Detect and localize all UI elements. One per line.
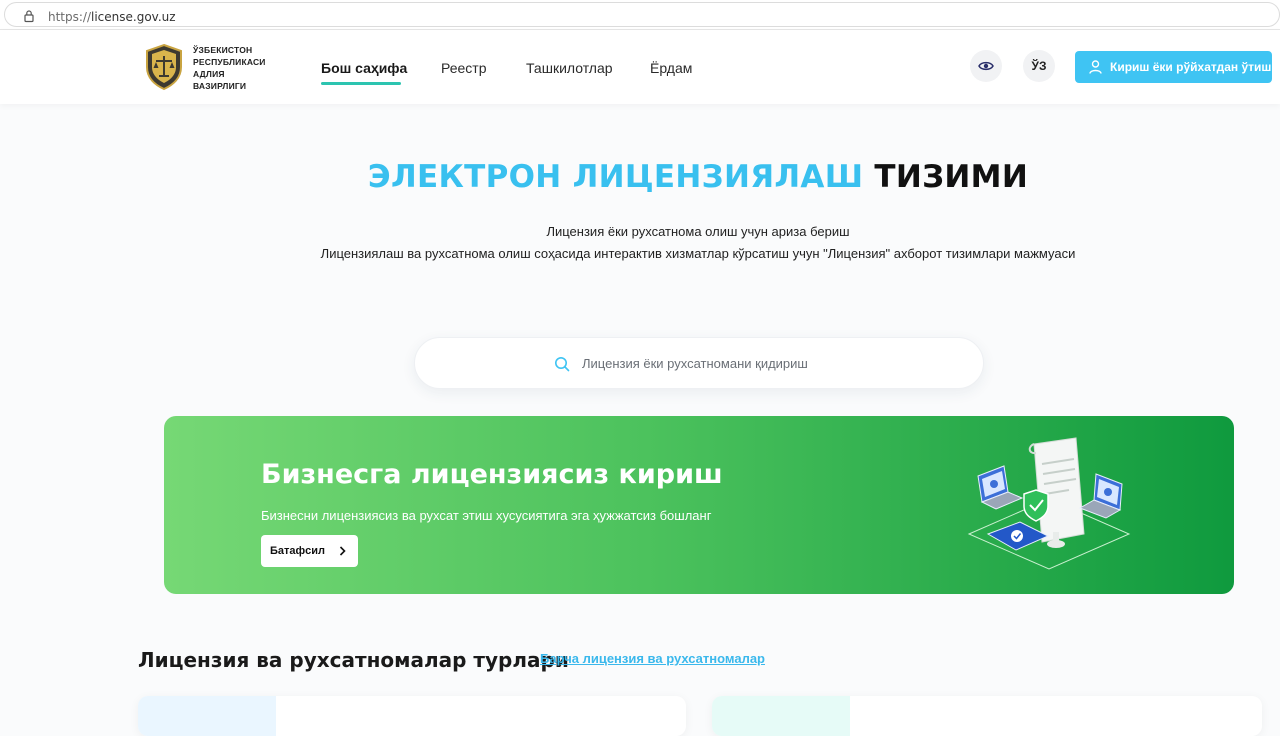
laptop-icon <box>1078 473 1123 519</box>
language-button[interactable]: ЎЗ <box>1023 50 1055 82</box>
details-button[interactable]: Батафсил <box>261 535 358 567</box>
laptop-icon <box>977 465 1024 510</box>
ministry-name: ЎЗБЕКИСТОН РЕСПУБЛИКАСИ АДЛИЯ ВАЗИРЛИГИ <box>193 45 266 91</box>
license-type-card[interactable] <box>138 696 686 736</box>
chevron-right-icon <box>339 546 346 556</box>
browser-url-bar: https://license.gov.uz <box>0 0 1280 30</box>
eye-icon <box>978 61 994 71</box>
hero-subtitle-1: Лицензия ёки рухсатнома олиш учун ариза … <box>546 224 850 239</box>
active-nav-indicator <box>321 82 401 85</box>
url-text: https://license.gov.uz <box>48 10 176 24</box>
nav-home[interactable]: Бош саҳифа <box>321 60 407 76</box>
nav-help[interactable]: Ёрдам <box>650 60 692 76</box>
all-licenses-link[interactable]: Барча лицензия ва рухсатномалар <box>540 651 765 666</box>
ministry-emblem-icon[interactable] <box>143 43 185 91</box>
login-register-button[interactable]: Кириш ёки рўйхатдан ўтиш <box>1075 51 1272 83</box>
promo-banner: Бизнесга лицензиясиз кириш Бизнесни лице… <box>164 416 1234 594</box>
card-image <box>138 696 276 736</box>
license-type-card[interactable] <box>712 696 1262 736</box>
card-image <box>712 696 850 736</box>
lock-icon <box>24 10 34 23</box>
section-title: Лицензия ва рухсатномалар турлари <box>138 648 569 672</box>
hero-title: ЭЛЕКТРОН ЛИЦЕНЗИЯЛАШ ТИЗИМИ <box>367 159 1029 195</box>
banner-subtitle: Бизнесни лицензиясиз ва рухсат этиш хусу… <box>261 508 712 523</box>
search-placeholder: Лицензия ёки рухсатномани қидириш <box>582 356 808 371</box>
nav-registry[interactable]: Реестр <box>441 60 487 76</box>
search-input[interactable]: Лицензия ёки рухсатномани қидириш <box>414 337 984 389</box>
hero-subtitle-2: Лицензиялаш ва рухсатнома олиш соҳасида … <box>320 246 1076 261</box>
banner-title: Бизнесга лицензиясиз кириш <box>261 459 723 490</box>
nav-organizations[interactable]: Ташкилотлар <box>526 60 613 76</box>
search-icon <box>555 357 570 372</box>
address-field[interactable]: https://license.gov.uz <box>4 2 1280 27</box>
licensing-illustration <box>967 437 1131 570</box>
user-icon <box>1089 60 1102 74</box>
accessibility-button[interactable] <box>970 50 1002 82</box>
